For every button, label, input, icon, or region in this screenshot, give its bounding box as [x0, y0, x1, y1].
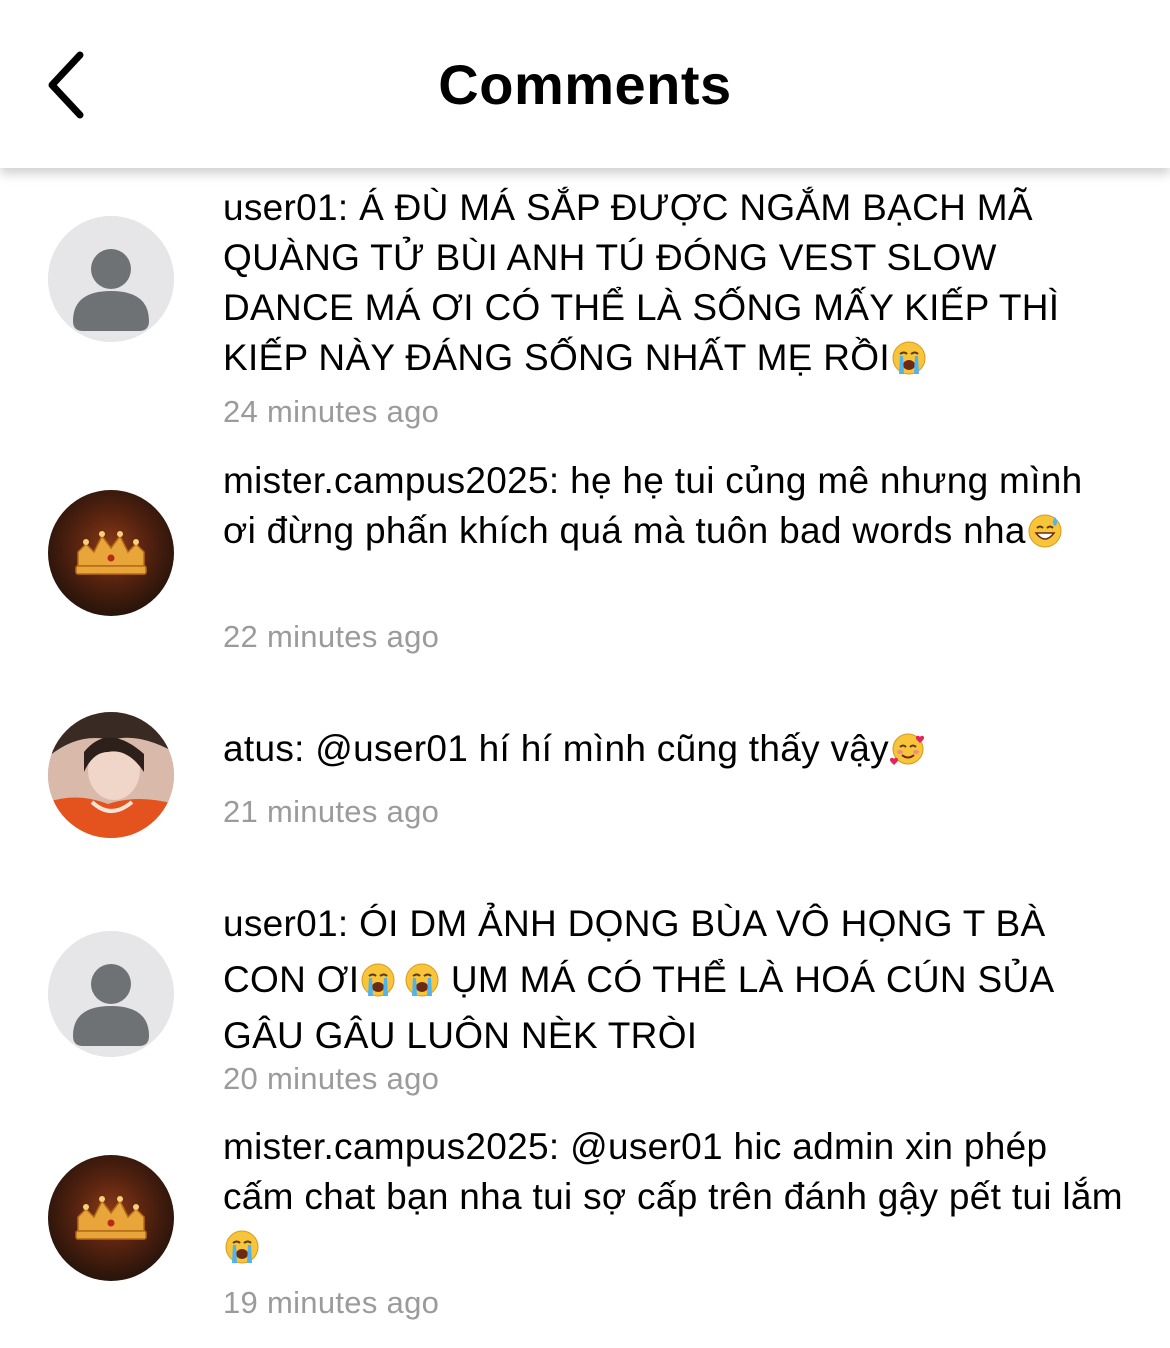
crown-icon [48, 490, 174, 616]
avatar[interactable] [48, 216, 174, 342]
avatar[interactable] [48, 1155, 174, 1281]
comment-body: user01: Á ĐÙ MÁ SẮP ĐƯỢC NGẮM BẠCH MÃ QU… [223, 187, 1060, 378]
comment-timestamp: 20 minutes ago [223, 1061, 440, 1096]
avatar[interactable] [48, 712, 174, 838]
default-avatar-icon [48, 216, 174, 342]
comment-text: user01: Á ĐÙ MÁ SẮP ĐƯỢC NGẮM BẠCH MÃ QU… [223, 183, 1123, 383]
page-title: Comments [438, 53, 732, 116]
comment-body: mister.campus2025: hẹ hẹ tui củng mê như… [223, 460, 1083, 551]
default-avatar-icon [48, 931, 174, 1057]
comment-text: mister.campus2025: hẹ hẹ tui củng mê như… [223, 456, 1123, 556]
comment-text: atus: @user01 hí hí mình cũng thấy vậy [223, 724, 1123, 774]
comment-text: user01: ÓI DM ẢNH DỌNG BÙA VÔ HỌNG T BÀ … [223, 896, 1123, 1064]
comment-text: mister.campus2025: @user01 hic admin xin… [223, 1122, 1123, 1272]
grinning-face-with-sweat-emoji [1027, 513, 1063, 549]
avatar[interactable] [48, 490, 174, 616]
loudly-crying-face-emoji [891, 340, 927, 376]
comment-timestamp: 19 minutes ago [223, 1285, 440, 1320]
comment-timestamp: 21 minutes ago [223, 794, 440, 829]
crown-icon [48, 1155, 174, 1281]
comment-body: mister.campus2025: @user01 hic admin xin… [223, 1126, 1123, 1217]
loudly-crying-face-emoji [224, 1229, 260, 1265]
avatar[interactable] [48, 931, 174, 1057]
comment-timestamp: 24 minutes ago [223, 394, 440, 429]
header-bar: Comments [0, 0, 1170, 168]
loudly-crying-face-emoji [360, 962, 396, 998]
loudly-crying-face-emoji [404, 962, 440, 998]
user-photo-icon [48, 712, 174, 838]
comment-timestamp: 22 minutes ago [223, 619, 440, 654]
smiling-face-with-hearts-emoji [890, 731, 926, 767]
comment-body: atus: @user01 hí hí mình cũng thấy vậy [223, 728, 889, 769]
